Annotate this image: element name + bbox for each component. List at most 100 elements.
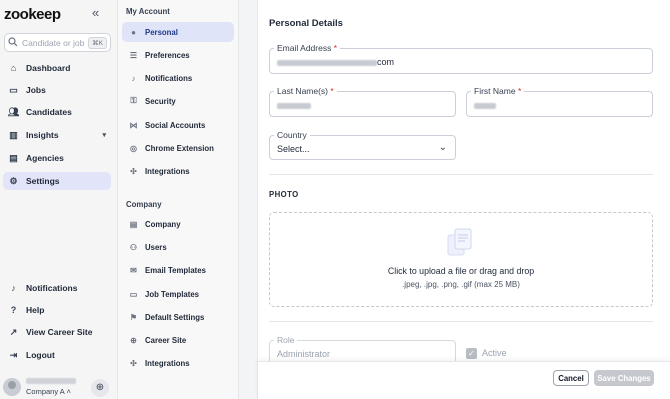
subnav-users[interactable]: ⚇ Users <box>122 237 234 257</box>
users-icon: 👥︎ <box>7 106 20 117</box>
subnav-integrations[interactable]: ✣ Integrations <box>122 161 234 181</box>
nav-dashboard[interactable]: ⌂ Dashboard <box>3 59 111 77</box>
chevron-up-icon: ˄ <box>66 387 71 396</box>
chevron-down-icon: ⌄ <box>438 142 447 153</box>
nav-logout[interactable]: ⇥ Logout <box>3 346 111 364</box>
help-icon: ? <box>10 305 17 315</box>
subnav-social-accounts[interactable]: ⋈ Social Accounts <box>122 115 234 135</box>
nav-label: Insights <box>26 130 59 140</box>
subnav-career-site[interactable]: ⊕ Career Site <box>122 330 234 350</box>
nav-label: Settings <box>26 176 60 186</box>
integrations-icon: ✣ <box>130 358 137 368</box>
email-label: Email Address <box>277 43 332 53</box>
nav-label: Dashboard <box>26 63 71 73</box>
required-mark: * <box>517 86 522 96</box>
subnav-label: Career Site <box>145 335 187 345</box>
country-label: Country <box>274 130 310 140</box>
share-icon: ⋈ <box>129 120 138 130</box>
active-checkbox[interactable]: ✓ <box>466 348 477 359</box>
subnav-preferences[interactable]: ☰ Preferences <box>122 45 234 65</box>
subnav-label: Integrations <box>145 166 190 176</box>
logo: zookeep <box>4 6 61 23</box>
upload-file-icon <box>447 228 472 256</box>
photo-dropzone[interactable]: Click to upload a file or drag and drop … <box>269 212 653 307</box>
subnav-label: Chrome Extension <box>145 143 214 153</box>
settings-subnav: My Account ● Personal ☰ Preferences ♪ No… <box>118 0 239 399</box>
user-name-redacted <box>26 378 76 384</box>
upload-instructions: Click to upload a file or drag and drop <box>387 266 535 276</box>
collapse-sidebar-icon[interactable]: « <box>92 5 99 20</box>
subnav-security[interactable]: ⚿ Security <box>122 91 234 111</box>
chrome-icon: ◎ <box>130 143 137 153</box>
nav-label: Candidates <box>26 107 72 117</box>
company-heading: Company <box>126 200 162 209</box>
nav-insights[interactable]: ▥ Insights ▾ <box>3 126 111 144</box>
save-changes-button[interactable]: Save Changes <box>594 370 654 386</box>
upload-formats: .jpeg, .jpg, .png, .gif (max 25 MB) <box>402 280 520 289</box>
first-name-field[interactable]: First Name * <box>466 86 653 117</box>
required-mark: * <box>333 43 338 53</box>
nav-notifications[interactable]: ♪ Notifications <box>3 279 111 297</box>
subnav-job-templates[interactable]: ▭ Job Templates <box>122 284 234 304</box>
role-value: Administrator <box>277 349 331 359</box>
subnav-personal[interactable]: ● Personal <box>122 22 234 42</box>
search-input[interactable] <box>22 37 86 48</box>
nav-agencies[interactable]: ▤ Agencies <box>3 149 111 167</box>
subnav-label: Preferences <box>145 50 190 60</box>
country-select[interactable]: Country Select... ⌄ <box>269 130 456 160</box>
subnav-label: Personal <box>145 27 178 37</box>
subnav-email-templates[interactable]: ✉ Email Templates <box>122 260 234 280</box>
subnav-label: Integrations <box>145 358 190 368</box>
subnav-label: Users <box>145 242 167 252</box>
briefcase-icon: ▭ <box>9 84 18 95</box>
personal-details-panel: Personal Details Email Address * com Las… <box>257 0 670 399</box>
my-account-heading: My Account <box>126 7 170 16</box>
subnav-label: Security <box>145 96 176 106</box>
photo-section-title: PHOTO <box>269 190 299 199</box>
integrations-icon: ✣ <box>130 166 137 176</box>
nav-help[interactable]: ? Help <box>3 301 111 319</box>
nav-settings[interactable]: ⚙ Settings <box>3 172 111 190</box>
subnav-chrome-extension[interactable]: ◎ Chrome Extension <box>122 138 234 158</box>
subnav-company[interactable]: ▤ Company <box>122 214 234 234</box>
users-icon: ⚇ <box>129 242 138 252</box>
nav-view-career-site[interactable]: ↗ View Career Site <box>3 323 111 341</box>
nav-candidates[interactable]: 👥︎ Candidates <box>3 103 111 121</box>
globe-icon: ⊕ <box>130 335 137 345</box>
subnav-label: Email Templates <box>145 265 206 275</box>
subnav-notifications[interactable]: ♪ Notifications <box>122 68 234 88</box>
nav-jobs[interactable]: ▭ Jobs <box>3 81 111 99</box>
email-field[interactable]: Email Address * com <box>269 43 653 74</box>
key-icon: ⚿ <box>130 96 137 105</box>
last-name-field[interactable]: Last Name(s) * <box>269 86 456 117</box>
bell-icon: ♪ <box>131 73 136 83</box>
subnav-default-settings[interactable]: ⚑ Default Settings <box>122 307 234 327</box>
nav-label: View Career Site <box>26 327 93 337</box>
logout-icon: ⇥ <box>9 349 18 360</box>
nav-label: Notifications <box>26 283 78 293</box>
subnav-label: Notifications <box>145 73 193 83</box>
first-name-redacted <box>474 102 496 109</box>
email-suffix: com <box>377 57 395 67</box>
external-link-icon: ↗ <box>9 326 18 337</box>
cancel-button[interactable]: Cancel <box>553 370 589 386</box>
company-name: Company A <box>26 387 65 396</box>
home-icon: ⌂ <box>10 63 17 73</box>
divider <box>269 174 653 175</box>
globe-icon[interactable]: ⊕ <box>91 379 109 397</box>
briefcase-icon: ▭ <box>129 289 138 299</box>
sliders-icon: ☰ <box>129 50 138 60</box>
search-box[interactable]: ⌘K <box>4 33 111 52</box>
bell-icon: ♪ <box>11 283 16 293</box>
role-label: Role <box>274 335 298 345</box>
subnav-label: Default Settings <box>145 312 205 322</box>
subnav-company-integrations[interactable]: ✣ Integrations <box>122 353 234 373</box>
chart-icon: ▥ <box>9 129 18 140</box>
nav-label: Logout <box>26 350 55 360</box>
nav-label: Jobs <box>26 85 46 95</box>
subnav-label: Social Accounts <box>145 120 206 130</box>
building-icon: ▤ <box>9 152 18 163</box>
email-redacted <box>277 59 377 66</box>
flag-icon: ⚑ <box>129 312 138 322</box>
last-name-redacted <box>277 102 311 109</box>
